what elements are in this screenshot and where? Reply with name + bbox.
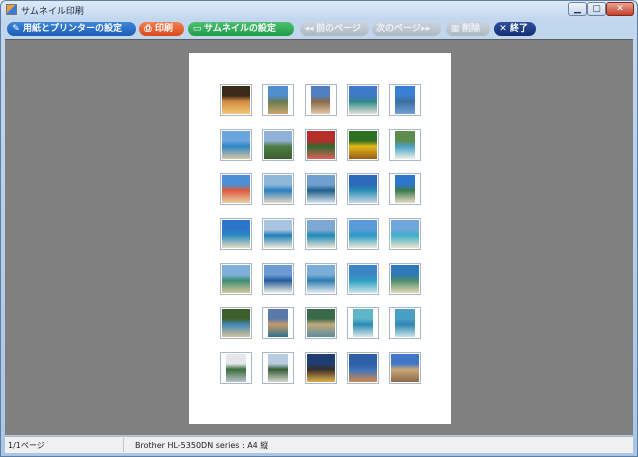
close-window-button[interactable]: ✕ xyxy=(606,2,634,16)
thumbnail-10[interactable] xyxy=(389,128,421,161)
photo-image xyxy=(222,86,250,114)
photo-image xyxy=(226,354,246,383)
maximize-button[interactable]: ▢ xyxy=(587,2,606,16)
photo-image xyxy=(306,264,335,293)
close-icon: ✕ xyxy=(499,24,507,34)
app-window: サムネイル印刷 ▁ ▢ ✕ ✎ 用紙とプリンターの設定 ⎙ 印刷 ▭ サムネイルの設定… xyxy=(0,0,638,457)
status-divider xyxy=(123,438,124,452)
photo-image xyxy=(395,175,415,204)
thumbnail-27[interactable] xyxy=(262,307,295,340)
thumbnail-34[interactable] xyxy=(346,352,379,385)
thumbnail-8[interactable] xyxy=(304,128,337,161)
photo-image xyxy=(268,354,289,383)
photo-image xyxy=(306,175,335,204)
thumbnail-31[interactable] xyxy=(220,352,252,385)
thumbnail-28[interactable] xyxy=(304,307,337,340)
thumbnail-9[interactable] xyxy=(346,128,379,161)
photo-image xyxy=(222,220,250,249)
thumbnail-22[interactable] xyxy=(262,262,295,295)
trash-icon: ▦ xyxy=(450,24,460,34)
fast-forward-icon: ▸▸ xyxy=(421,24,431,34)
minimize-button[interactable]: ▁ xyxy=(568,2,587,16)
photo-image xyxy=(264,220,293,249)
thumbnail-24[interactable] xyxy=(346,262,379,295)
thumbnail-14[interactable] xyxy=(346,173,379,206)
title-bar[interactable]: サムネイル印刷 ▁ ▢ ✕ xyxy=(1,1,637,19)
window-title: サムネイル印刷 xyxy=(21,7,84,17)
photo-image xyxy=(222,175,250,204)
photo-image xyxy=(222,264,250,293)
photo-image xyxy=(395,86,415,114)
photo-image xyxy=(348,354,377,383)
thumbnail-7[interactable] xyxy=(262,128,295,161)
photo-image xyxy=(306,354,335,383)
photo-image xyxy=(348,130,377,159)
thumbnail-29[interactable] xyxy=(346,307,379,340)
photo-image xyxy=(391,220,419,249)
photo-image xyxy=(222,130,250,159)
thumbnail-4[interactable] xyxy=(346,84,379,116)
wrench-icon: ✎ xyxy=(12,24,20,34)
photo-image xyxy=(264,130,293,159)
thumbnail-12[interactable] xyxy=(262,173,295,206)
photo-image xyxy=(391,264,419,293)
paper-preview xyxy=(189,53,451,424)
monitor-icon: ▭ xyxy=(192,24,202,34)
status-bar: 1/1ページ Brother HL-5350DN series : A4 縦 xyxy=(5,436,633,453)
page-setup-button[interactable]: ✎ 用紙とプリンターの設定 xyxy=(7,22,136,36)
photo-image xyxy=(395,309,415,338)
photo-image xyxy=(306,220,335,249)
thumbnail-11[interactable] xyxy=(220,173,252,206)
photo-image xyxy=(268,309,289,338)
printer-info: Brother HL-5350DN series : A4 縦 xyxy=(135,441,269,450)
next-page-button[interactable]: 次のページ▸▸ xyxy=(372,22,441,36)
thumbnail-16[interactable] xyxy=(220,218,252,251)
photo-image xyxy=(310,86,331,114)
thumbnail-2[interactable] xyxy=(262,84,295,116)
photo-image xyxy=(268,86,289,114)
thumbnail-17[interactable] xyxy=(262,218,295,251)
thumbnail-13[interactable] xyxy=(304,173,337,206)
thumbnail-19[interactable] xyxy=(346,218,379,251)
toolbar: ✎ 用紙とプリンターの設定 ⎙ 印刷 ▭ サムネイルの設定 ◂◂ 前のページ 次のページ… xyxy=(4,20,634,38)
photo-image xyxy=(264,264,293,293)
thumbnail-15[interactable] xyxy=(389,173,421,206)
thumbnail-30[interactable] xyxy=(389,307,421,340)
photo-image xyxy=(348,264,377,293)
thumbnail-5[interactable] xyxy=(389,84,421,116)
photo-image xyxy=(306,309,335,338)
thumbnail-settings-button[interactable]: ▭ サムネイルの設定 xyxy=(188,22,294,36)
photo-image xyxy=(222,309,250,338)
thumbnail-32[interactable] xyxy=(262,352,295,385)
exit-button[interactable]: ✕ 終了 xyxy=(494,22,536,36)
photo-image xyxy=(306,130,335,159)
printer-icon: ⎙ xyxy=(144,24,152,34)
photo-image xyxy=(391,354,419,383)
thumbnail-33[interactable] xyxy=(304,352,337,385)
photo-image xyxy=(395,130,415,159)
photo-image xyxy=(352,309,373,338)
delete-button[interactable]: ▦ 削除 xyxy=(446,22,490,36)
thumbnail-26[interactable] xyxy=(220,307,252,340)
photo-image xyxy=(348,220,377,249)
photo-image xyxy=(264,175,293,204)
thumbnail-21[interactable] xyxy=(220,262,252,295)
thumbnail-18[interactable] xyxy=(304,218,337,251)
thumbnail-23[interactable] xyxy=(304,262,337,295)
thumbnail-25[interactable] xyxy=(389,262,421,295)
prev-page-button[interactable]: ◂◂ 前のページ xyxy=(300,22,369,36)
app-icon xyxy=(6,4,17,15)
thumbnail-3[interactable] xyxy=(304,84,337,116)
thumbnail-35[interactable] xyxy=(389,352,421,385)
thumbnail-20[interactable] xyxy=(389,218,421,251)
print-button[interactable]: ⎙ 印刷 xyxy=(139,22,184,36)
thumbnail-grid xyxy=(220,84,421,385)
thumbnail-6[interactable] xyxy=(220,128,252,161)
preview-area[interactable] xyxy=(5,39,633,435)
photo-image xyxy=(348,86,377,114)
page-indicator: 1/1ページ xyxy=(8,441,45,450)
photo-image xyxy=(348,175,377,204)
thumbnail-1[interactable] xyxy=(220,84,252,116)
rewind-icon: ◂◂ xyxy=(304,24,314,34)
